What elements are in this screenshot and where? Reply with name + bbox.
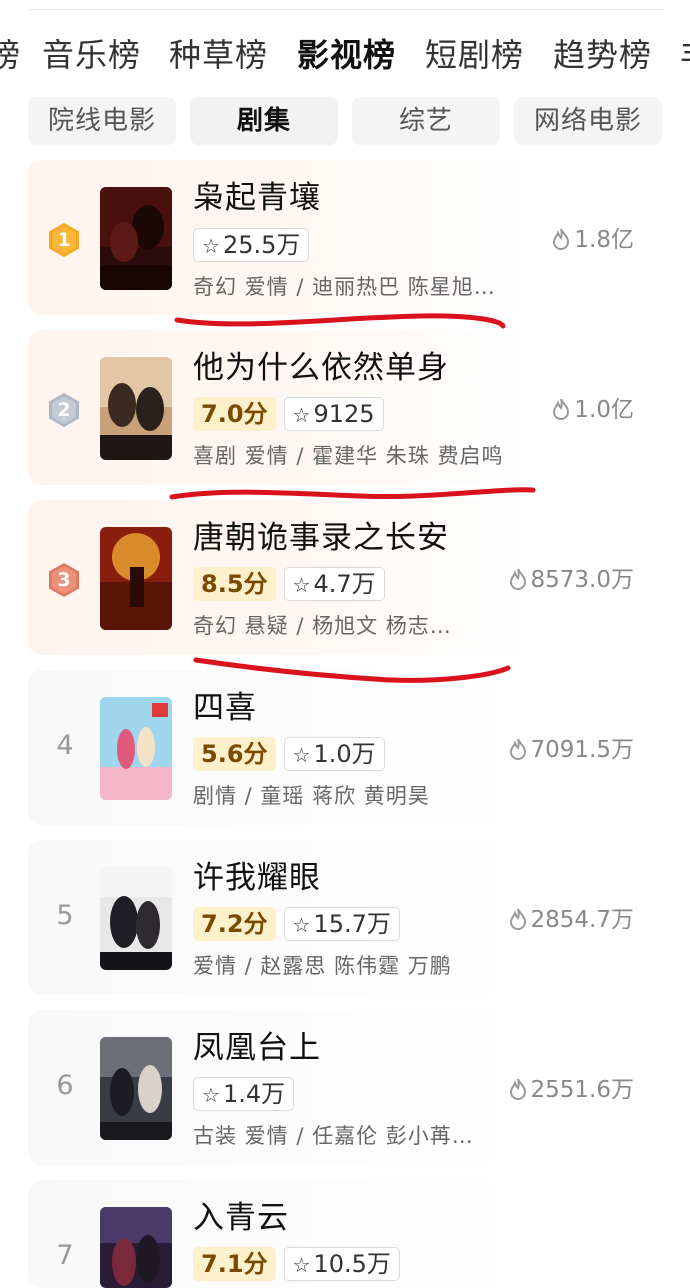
star-icon: ☆	[202, 1083, 220, 1107]
rank-badge-bronze-icon: 3	[47, 562, 81, 598]
show-title[interactable]: 入青云	[193, 1198, 289, 1238]
heat-value: 2551.6万	[508, 1075, 634, 1105]
flame-icon	[553, 398, 570, 420]
want-count-chip: ☆ 4.7万	[283, 567, 385, 601]
heat-value: 7091.5万	[508, 735, 634, 765]
chips-row: 8.5分 ☆ 4.7万	[193, 567, 385, 601]
category-tabs: 榜 音乐榜 种草榜 影视榜 短剧榜 趋势榜 丰	[0, 32, 690, 82]
poster-image[interactable]	[100, 357, 172, 460]
tab-partial-right[interactable]: 丰	[680, 32, 690, 78]
score-chip: 8.5分	[193, 567, 276, 601]
tab-short-drama[interactable]: 短剧榜	[425, 32, 524, 78]
subtab-cinema-movies[interactable]: 院线电影	[28, 97, 176, 145]
show-title[interactable]: 凤凰台上	[193, 1028, 321, 1068]
heat-value: 8573.0万	[508, 565, 634, 595]
chips-row: ☆ 1.4万	[193, 1077, 295, 1111]
rank-number: 6	[56, 1070, 74, 1101]
show-title[interactable]: 许我耀眼	[193, 858, 321, 898]
show-meta: 古装 爱情 / 任嘉伦 彭小苒…	[193, 1124, 474, 1148]
tab-seeding[interactable]: 种草榜	[169, 32, 268, 78]
subtab-web-movies[interactable]: 网络电影	[514, 97, 662, 145]
score-chip: 7.1分	[193, 1247, 276, 1281]
tab-partial-left[interactable]: 榜	[0, 32, 21, 78]
poster-image[interactable]	[100, 1037, 172, 1140]
chips-row: ☆ 25.5万	[193, 228, 310, 262]
heat-value: 1.0亿	[551, 395, 634, 425]
tab-trend[interactable]: 趋势榜	[553, 32, 652, 78]
tab-music[interactable]: 音乐榜	[42, 32, 141, 78]
show-title[interactable]: 枭起青壤	[193, 178, 321, 218]
poster-image[interactable]	[100, 1207, 172, 1288]
flame-icon	[509, 738, 526, 760]
star-icon: ☆	[202, 234, 220, 258]
want-count-chip: ☆ 1.0万	[283, 737, 385, 771]
chips-row: 7.1分 ☆ 10.5万	[193, 1247, 400, 1281]
rank-badge-gold-icon: 1	[47, 222, 81, 258]
show-meta: 爱情 / 赵露思 陈伟霆 万鹏	[193, 954, 452, 978]
show-meta: 剧情 / 童瑶 蒋欣 黄明昊	[193, 784, 430, 808]
want-count-chip: ☆ 25.5万	[193, 228, 310, 262]
show-meta: 喜剧 爱情 / 霍建华 朱珠 费启鸣	[193, 444, 504, 468]
tab-film-tv[interactable]: 影视榜	[297, 32, 396, 78]
rank-number: 4	[56, 730, 74, 761]
show-title[interactable]: 四喜	[193, 688, 257, 728]
show-meta: 奇幻 爱情 / 迪丽热巴 陈星旭…	[193, 275, 496, 299]
star-icon: ☆	[292, 1253, 311, 1277]
rank-number: 5	[56, 900, 74, 931]
star-icon: ☆	[292, 403, 311, 427]
show-title[interactable]: 他为什么依然单身	[193, 348, 449, 388]
chips-row: 7.0分 ☆ 9125	[193, 397, 384, 431]
subtab-series[interactable]: 剧集	[190, 97, 338, 145]
heat-value: 1.8亿	[551, 225, 634, 255]
want-count-chip: ☆ 1.4万	[193, 1077, 295, 1111]
poster-image[interactable]	[100, 697, 172, 800]
want-count-chip: ☆ 15.7万	[283, 907, 400, 941]
star-icon: ☆	[292, 743, 311, 767]
top-divider	[28, 9, 664, 10]
chips-row: 7.2分 ☆ 15.7万	[193, 907, 400, 941]
score-chip: 7.2分	[193, 907, 276, 941]
flame-icon	[509, 568, 526, 590]
poster-image[interactable]	[100, 187, 172, 290]
flame-icon	[553, 228, 570, 250]
want-count-chip: ☆ 9125	[283, 397, 384, 431]
star-icon: ☆	[292, 573, 311, 597]
want-count-chip: ☆ 10.5万	[283, 1247, 400, 1281]
score-chip: 5.6分	[193, 737, 276, 771]
poster-image[interactable]	[100, 867, 172, 970]
flame-icon	[509, 908, 526, 930]
rank-number: 7	[56, 1240, 74, 1271]
rank-badge-silver-icon: 2	[47, 392, 81, 428]
flame-icon	[509, 1078, 526, 1100]
show-meta: 奇幻 悬疑 / 杨旭文 杨志…	[193, 614, 452, 638]
subtab-variety[interactable]: 综艺	[352, 97, 500, 145]
star-icon: ☆	[292, 913, 311, 937]
score-chip: 7.0分	[193, 397, 276, 431]
heat-value: 2854.7万	[508, 905, 634, 935]
poster-image[interactable]	[100, 527, 172, 630]
show-title[interactable]: 唐朝诡事录之长安	[193, 518, 449, 558]
chips-row: 5.6分 ☆ 1.0万	[193, 737, 385, 771]
